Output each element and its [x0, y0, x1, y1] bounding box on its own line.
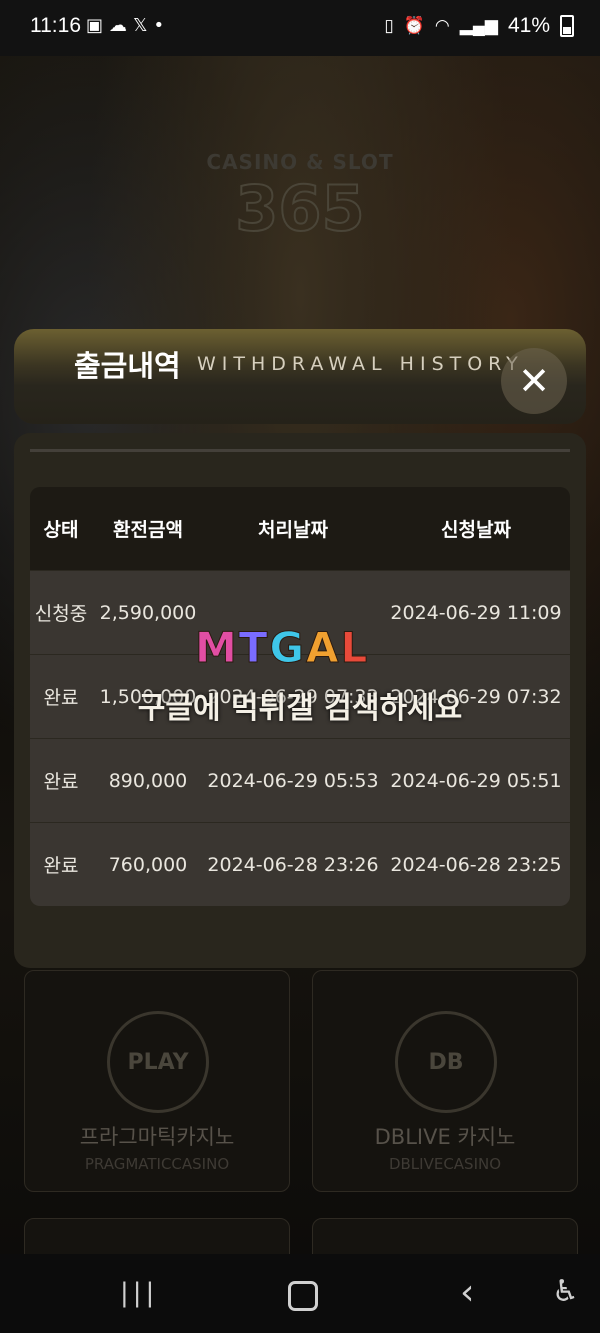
- column-header-processed: 처리날짜: [258, 519, 328, 541]
- cell-amount: 890,000: [108, 769, 188, 792]
- cell-amount: 760,000: [108, 853, 188, 876]
- game-card-title: 프라그마틱카지노: [79, 1125, 235, 1149]
- cell-status: 완료: [43, 855, 79, 877]
- casino-logo-text: CASINO & SLOT: [206, 150, 394, 174]
- cell-requested: 2024-06-29 11:09: [390, 601, 562, 624]
- table-header: 상태 환전금액 처리날짜 신청날짜: [30, 487, 570, 571]
- cell-processed: 2024-06-28 23:26: [207, 853, 379, 876]
- home-icon[interactable]: [288, 1281, 318, 1311]
- battery-percent: 41%: [507, 14, 550, 37]
- navigation-bar: ||| ‹ ♿: [0, 1254, 600, 1333]
- gallery-icon: ▣: [86, 15, 110, 36]
- battery-saver-icon: ▯: [384, 16, 394, 35]
- column-header-amount: 환전금액: [113, 519, 183, 541]
- cloud-icon: ☁: [109, 15, 134, 36]
- cell-requested: 2024-06-29 05:51: [390, 769, 562, 792]
- table-row: 완료 760,000 2024-06-28 23:26 2024-06-28 2…: [30, 823, 570, 906]
- column-header-status: 상태: [43, 519, 79, 541]
- back-icon[interactable]: ‹: [460, 1272, 474, 1313]
- dot-icon: •: [153, 15, 171, 36]
- modal-subtitle: WITHDRAWAL HISTORY: [197, 353, 524, 375]
- table-row: 완료 890,000 2024-06-29 05:53 2024-06-29 0…: [30, 739, 570, 823]
- modal-header: 출금내역 WITHDRAWAL HISTORY ✕: [14, 329, 586, 424]
- column-header-requested: 신청날짜: [441, 519, 511, 541]
- db-logo-icon: DB: [395, 1011, 497, 1113]
- game-card-subtitle: PRAGMATICCASINO: [84, 1155, 230, 1173]
- status-right: ▯ ⏰ ◠ ▂▄▆ 41%: [384, 14, 574, 38]
- notification-icons: ▣☁𝕏•: [86, 15, 170, 36]
- cell-status: 신청중: [34, 603, 88, 625]
- close-button[interactable]: ✕: [501, 348, 567, 414]
- accessibility-icon[interactable]: ♿: [552, 1274, 579, 1309]
- cell-requested: 2024-06-28 23:25: [390, 853, 562, 876]
- alarm-icon: ⏰: [403, 16, 425, 35]
- battery-icon: [560, 15, 574, 37]
- status-bar: 11:16 ▣☁𝕏• ▯ ⏰ ◠ ▂▄▆ 41%: [0, 0, 600, 56]
- divider: [30, 449, 570, 452]
- casino-logo-number: 365: [234, 171, 365, 246]
- game-card-pragmatic[interactable]: PLAY 프라그마틱카지노 PRAGMATICCASINO: [24, 970, 290, 1192]
- cell-processed: 2024-06-29 05:53: [207, 769, 379, 792]
- modal-title: 출금내역: [74, 349, 181, 383]
- game-card-subtitle: DBLIVECASINO: [388, 1155, 502, 1173]
- cell-amount: 2,590,000: [99, 601, 197, 624]
- game-card-title: DBLIVE 카지노: [374, 1125, 516, 1149]
- recent-apps-icon[interactable]: |||: [120, 1278, 158, 1308]
- watermark-logo: MTGAL: [195, 623, 370, 673]
- watermark-text: 구글에 먹튀갤 검색하세요: [137, 691, 463, 726]
- close-icon: ✕: [518, 359, 550, 403]
- game-card-dblive[interactable]: DB DBLIVE 카지노 DBLIVECASINO: [312, 970, 578, 1192]
- play-logo-icon: PLAY: [107, 1011, 209, 1113]
- x-icon: 𝕏: [133, 15, 154, 36]
- wifi-icon: ◠: [434, 16, 450, 35]
- cell-status: 완료: [43, 771, 79, 793]
- status-time: 11:16: [30, 14, 81, 37]
- signal-icon: ▂▄▆: [459, 16, 498, 35]
